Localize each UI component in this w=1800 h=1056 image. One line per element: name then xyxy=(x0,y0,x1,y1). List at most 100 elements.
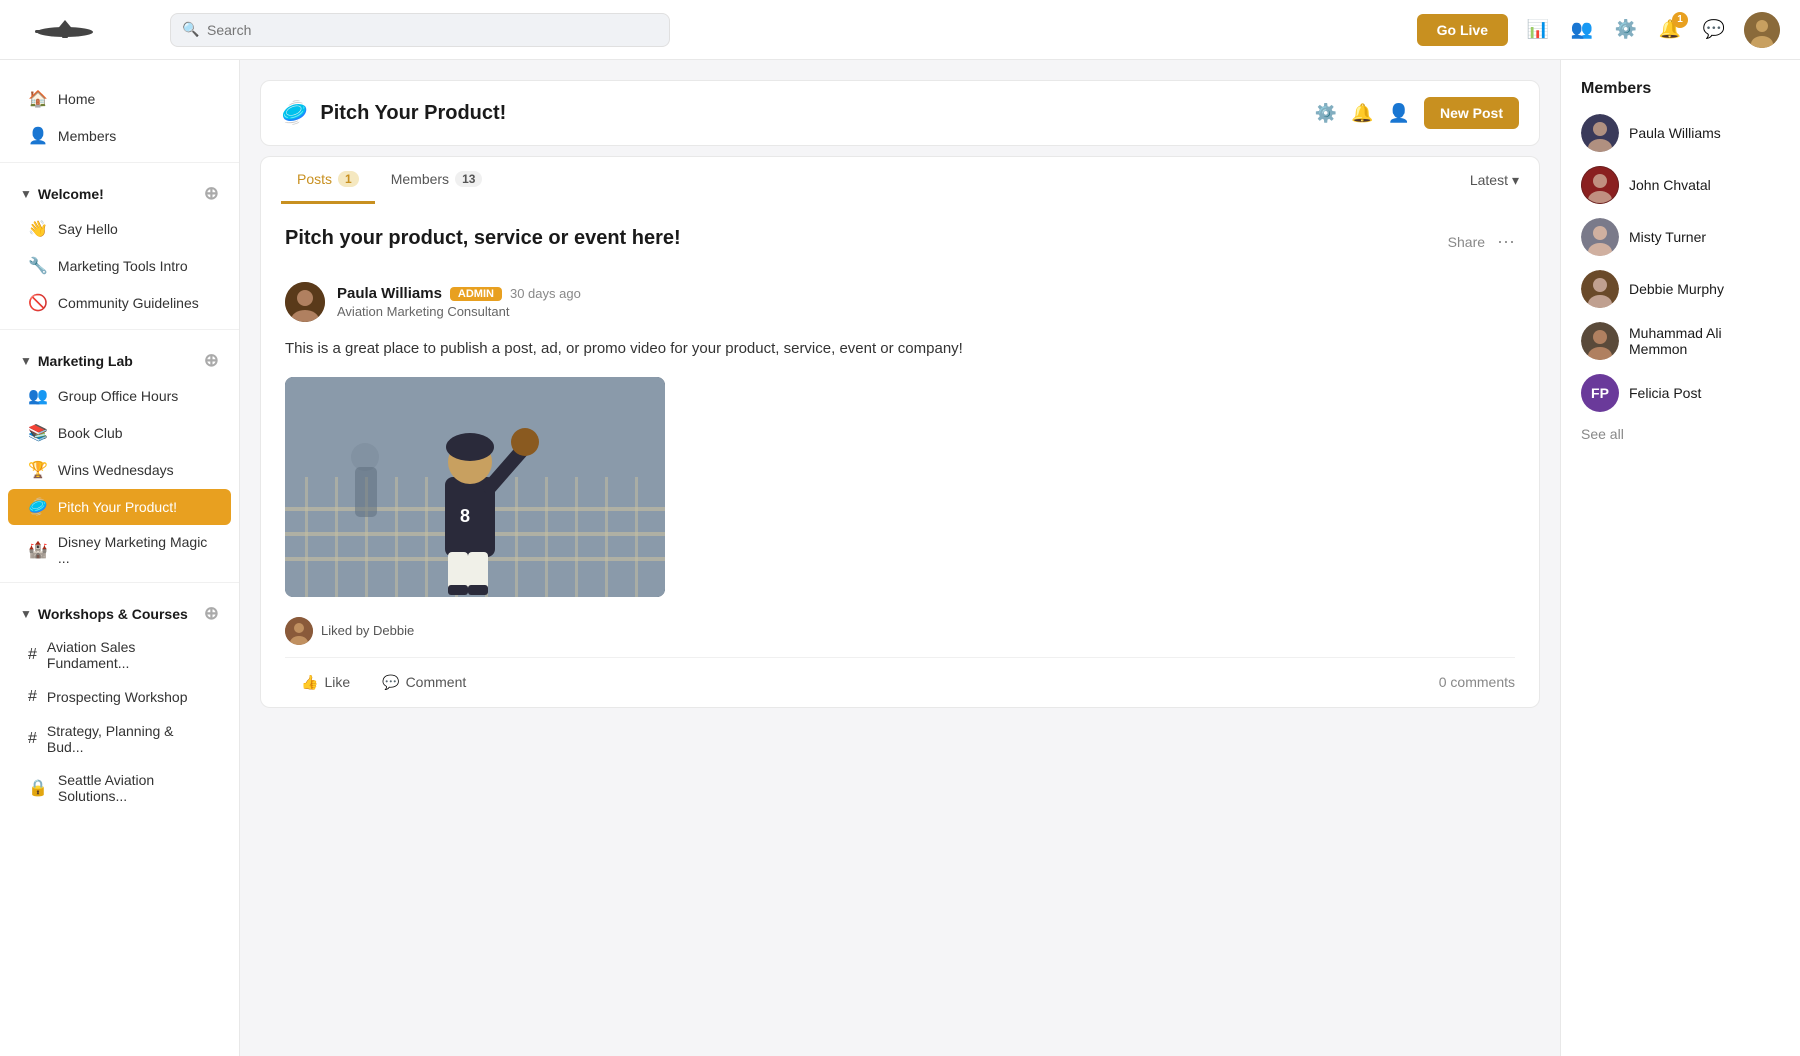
search-input[interactable] xyxy=(170,13,670,47)
logo[interactable] xyxy=(20,12,140,48)
tools-icon: 🔧 xyxy=(28,256,48,276)
right-panel-members: Members Paula Williams xyxy=(1560,60,1800,1056)
sidebar-item-book-club[interactable]: 📚 Book Club xyxy=(8,415,231,451)
channel-bell-icon[interactable]: 🔔 xyxy=(1351,103,1373,124)
channel-settings-icon[interactable]: ⚙️ xyxy=(1315,103,1337,124)
share-button[interactable]: Share xyxy=(1448,234,1485,250)
member-item-paula-williams[interactable]: Paula Williams xyxy=(1581,114,1780,152)
analytics-icon[interactable]: 📊 xyxy=(1524,16,1552,44)
book-icon: 📚 xyxy=(28,423,48,443)
author-info: Paula Williams ADMIN 30 days ago Aviatio… xyxy=(337,285,581,319)
sidebar-item-say-hello[interactable]: 👋 Say Hello xyxy=(8,211,231,247)
member-item-misty-turner[interactable]: Misty Turner xyxy=(1581,218,1780,256)
workshops-label: Workshops & Courses xyxy=(38,606,188,622)
sidebar-divider-1 xyxy=(0,162,239,163)
main-layout: 🏠 Home 👤 Members ▼ Welcome! ⊕ 👋 Say Hell… xyxy=(0,60,1800,1056)
channel-icon: 🥏 xyxy=(281,100,308,126)
sidebar-item-pitch-your-product[interactable]: 🥏 Pitch Your Product! xyxy=(8,489,231,525)
sidebar-section-welcome[interactable]: ▼ Welcome! ⊕ xyxy=(0,171,239,210)
new-post-button[interactable]: New Post xyxy=(1424,97,1519,129)
search-icon: 🔍 xyxy=(182,21,199,38)
hash-icon-1: # xyxy=(28,646,37,664)
disney-icon: 🏰 xyxy=(28,540,48,560)
golive-button[interactable]: Go Live xyxy=(1417,14,1508,46)
comments-count: 0 comments xyxy=(1439,674,1515,690)
misty-turner-avatar xyxy=(1581,218,1619,256)
user-avatar[interactable] xyxy=(1744,12,1780,48)
comment-button[interactable]: 💬 Comment xyxy=(366,668,482,697)
liked-avatar xyxy=(285,617,313,645)
see-all-members[interactable]: See all xyxy=(1581,426,1780,442)
notification-badge: 1 xyxy=(1672,12,1688,28)
member-item-john-chvatal[interactable]: John Chvatal xyxy=(1581,166,1780,204)
members-badge: 13 xyxy=(455,171,482,187)
settings-icon[interactable]: ⚙️ xyxy=(1612,16,1640,44)
post-actions-bar: 👍 Like 💬 Comment 0 comments xyxy=(285,657,1515,707)
sidebar-item-marketing-tools[interactable]: 🔧 Marketing Tools Intro xyxy=(8,248,231,284)
like-button[interactable]: 👍 Like xyxy=(285,668,366,697)
members-nav-icon: 👤 xyxy=(28,126,48,146)
search-area: 🔍 xyxy=(170,13,670,47)
debbie-murphy-avatar xyxy=(1581,270,1619,308)
sidebar-section-marketing-lab[interactable]: ▼ Marketing Lab ⊕ xyxy=(0,338,239,377)
sidebar-item-wins-wednesdays[interactable]: 🏆 Wins Wednesdays xyxy=(8,452,231,488)
channel-person-icon[interactable]: 👤 xyxy=(1388,103,1410,124)
sidebar-item-members[interactable]: 👤 Members xyxy=(8,118,231,154)
workshops-add-icon[interactable]: ⊕ xyxy=(204,603,219,624)
liked-avatar-image xyxy=(285,617,313,645)
sidebar-item-home[interactable]: 🏠 Home xyxy=(8,81,231,117)
paula-williams-avatar xyxy=(1581,114,1619,152)
channel-title: Pitch Your Product! xyxy=(320,102,1302,125)
wave-icon: 👋 xyxy=(28,219,48,239)
post-more-icon[interactable]: ··· xyxy=(1497,231,1515,252)
chat-icon[interactable]: 💬 xyxy=(1700,16,1728,44)
sidebar-item-seattle-aviation[interactable]: 🔒 Seattle Aviation Solutions... xyxy=(8,764,231,812)
author-avatar-image xyxy=(285,282,325,322)
marketing-lab-add-icon[interactable]: ⊕ xyxy=(204,350,219,371)
office-hours-icon: 👥 xyxy=(28,386,48,406)
tab-members[interactable]: Members 13 xyxy=(375,157,499,204)
home-icon: 🏠 xyxy=(28,89,48,109)
sidebar: 🏠 Home 👤 Members ▼ Welcome! ⊕ 👋 Say Hell… xyxy=(0,60,240,1056)
sort-chevron-icon: ▾ xyxy=(1512,172,1519,189)
author-name: Paula Williams xyxy=(337,285,442,302)
muhammad-ali-name: Muhammad Ali Memmon xyxy=(1629,325,1780,357)
like-icon: 👍 xyxy=(301,674,318,691)
sidebar-item-group-office-hours[interactable]: 👥 Group Office Hours xyxy=(8,378,231,414)
guidelines-icon: 🚫 xyxy=(28,293,48,313)
sidebar-item-strategy-planning[interactable]: # Strategy, Planning & Bud... xyxy=(8,715,231,763)
post-liked-section: Liked by Debbie xyxy=(285,617,1515,645)
author-role: Aviation Marketing Consultant xyxy=(337,304,581,319)
channel-header: 🥏 Pitch Your Product! ⚙️ 🔔 👤 New Post xyxy=(260,80,1540,146)
sidebar-divider-2 xyxy=(0,329,239,330)
tabs-bar: Posts 1 Members 13 Latest ▾ xyxy=(260,156,1540,203)
john-chvatal-avatar xyxy=(1581,166,1619,204)
airplane-logo-icon xyxy=(20,12,110,48)
tab-posts[interactable]: Posts 1 xyxy=(281,157,375,204)
welcome-chevron-icon: ▼ xyxy=(20,187,32,201)
members-icon[interactable]: 👥 xyxy=(1568,16,1596,44)
sort-dropdown[interactable]: Latest ▾ xyxy=(1470,158,1519,203)
workshops-chevron-icon: ▼ xyxy=(20,607,32,621)
welcome-add-icon[interactable]: ⊕ xyxy=(204,183,219,204)
sidebar-item-disney-marketing[interactable]: 🏰 Disney Marketing Magic ... xyxy=(8,526,231,574)
user-avatar-image xyxy=(1744,12,1780,48)
sidebar-item-community-guidelines[interactable]: 🚫 Community Guidelines xyxy=(8,285,231,321)
post-body: This is a great place to publish a post,… xyxy=(285,338,1515,361)
member-item-muhammad-ali[interactable]: Muhammad Ali Memmon xyxy=(1581,322,1780,360)
felicia-post-avatar: FP xyxy=(1581,374,1619,412)
sidebar-item-prospecting-workshop[interactable]: # Prospecting Workshop xyxy=(8,680,231,714)
members-panel-title: Members xyxy=(1581,80,1780,98)
trophy-icon: 🏆 xyxy=(28,460,48,480)
hash-icon-3: # xyxy=(28,730,37,748)
member-item-debbie-murphy[interactable]: Debbie Murphy xyxy=(1581,270,1780,308)
marketing-lab-chevron-icon: ▼ xyxy=(20,354,32,368)
member-item-felicia-post[interactable]: FP Felicia Post xyxy=(1581,374,1780,412)
notifications-icon[interactable]: 🔔 1 xyxy=(1656,16,1684,44)
pitch-icon: 🥏 xyxy=(28,497,48,517)
sidebar-divider-3 xyxy=(0,582,239,583)
welcome-section-label: Welcome! xyxy=(38,186,104,202)
sidebar-section-workshops[interactable]: ▼ Workshops & Courses ⊕ xyxy=(0,591,239,630)
post-time: 30 days ago xyxy=(510,286,581,301)
sidebar-item-aviation-sales[interactable]: # Aviation Sales Fundament... xyxy=(8,631,231,679)
